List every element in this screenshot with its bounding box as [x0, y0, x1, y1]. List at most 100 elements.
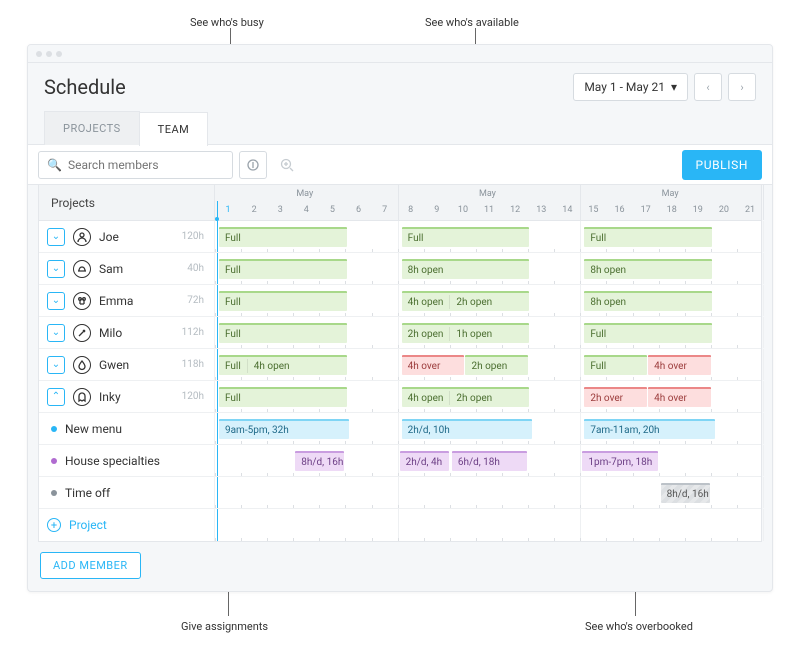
availability-bar[interactable]: Full [219, 291, 347, 311]
assignment-bar[interactable]: 2h/d, 10h [402, 419, 532, 439]
today-marker [217, 201, 218, 220]
day-header-6: 6 [354, 205, 364, 215]
availability-bar[interactable]: Full [219, 387, 347, 407]
availability-bar[interactable]: Full [584, 323, 712, 343]
member-name: Joe [99, 230, 174, 244]
availability-bar[interactable]: 8h open [584, 291, 712, 311]
availability-bar[interactable]: 8h open [584, 259, 712, 279]
availability-bar[interactable]: 8h open [402, 259, 530, 279]
member-hours: 118h [182, 359, 204, 370]
toggle-button[interactable]: ⌃ [47, 388, 65, 406]
day-header-20: 20 [719, 205, 729, 215]
callout-busy-label: See who's busy [190, 16, 264, 29]
member-hours: 40h [187, 263, 204, 274]
availability-bar[interactable]: 4h over [402, 355, 465, 375]
member-row: ⌄ Joe 120h Full Full Full [39, 221, 761, 253]
member-row: ⌄Gwen118hFull4h open4h over2h openFull4h… [39, 349, 761, 381]
add-member-button[interactable]: ADD MEMBER [40, 552, 141, 579]
task-name: House specialties [65, 454, 214, 468]
search-icon: 🔍 [47, 158, 62, 172]
assignment-bar[interactable]: 8h/d, 16h [661, 483, 710, 503]
availability-bar[interactable]: Full [402, 227, 530, 247]
next-button[interactable]: › [728, 73, 756, 101]
member-name: Emma [99, 294, 179, 308]
toggle-button[interactable]: ⌄ [47, 324, 65, 342]
app-window: Schedule May 1 - May 21 ▾ ‹ › PROJECTS T… [27, 44, 773, 592]
availability-bar[interactable]: Full [584, 227, 712, 247]
member-row: ⌃Inky120hFull4h open2h open2h over4h ove… [39, 381, 761, 413]
assignment-bar[interactable]: 9am-5pm, 32h [219, 419, 349, 439]
task-name: Time off [65, 486, 214, 500]
day-header-2: 2 [249, 205, 259, 215]
availability-bar[interactable]: Full [219, 227, 347, 247]
availability-bar[interactable]: 2h open1h open [402, 323, 530, 343]
date-range-label: May 1 - May 21 [584, 80, 665, 94]
availability-bar[interactable]: 4h over [648, 387, 711, 407]
day-header-13: 13 [536, 205, 546, 215]
day-header-9: 9 [432, 205, 442, 215]
availability-bar[interactable]: Full [584, 355, 647, 375]
search-input[interactable] [68, 158, 224, 172]
day-header-21: 21 [745, 205, 755, 215]
search-box[interactable]: 🔍 [38, 151, 233, 179]
day-header-10: 10 [458, 205, 468, 215]
plus-icon: + [47, 518, 61, 532]
member-avatar-icon [73, 324, 91, 342]
availability-bar[interactable]: Full [219, 259, 347, 279]
grid-header-left: Projects [39, 185, 215, 220]
member-name: Inky [99, 390, 174, 404]
task-row: New menu9am-5pm, 32h2h/d, 10h7am-11am, 2… [39, 413, 761, 445]
window-titlebar [28, 45, 772, 63]
member-hours: 72h [187, 295, 204, 306]
member-hours: 112h [182, 327, 204, 338]
availability-bar[interactable]: Full4h open [219, 355, 347, 375]
page-title: Schedule [44, 75, 126, 99]
zoom-in-button[interactable] [273, 151, 301, 179]
toggle-button[interactable]: ⌄ [47, 292, 65, 310]
assignment-bar[interactable]: 1pm-7pm, 18h [582, 451, 657, 471]
availability-bar[interactable]: 4h over [648, 355, 711, 375]
filter-button[interactable] [239, 151, 267, 179]
assignment-bar[interactable]: 7am-11am, 20h [584, 419, 714, 439]
toggle-button[interactable]: ⌄ [47, 260, 65, 278]
tab-projects[interactable]: PROJECTS [44, 111, 140, 145]
day-header-15: 15 [588, 205, 598, 215]
member-name: Sam [99, 262, 179, 276]
availability-bar[interactable]: 2h over [584, 387, 647, 407]
tab-team[interactable]: TEAM [139, 112, 209, 146]
prev-button[interactable]: ‹ [694, 73, 722, 101]
availability-bar[interactable]: Full [219, 323, 347, 343]
availability-bar[interactable]: 4h open2h open [402, 387, 530, 407]
assignment-bar[interactable]: 2h/d, 4h [400, 451, 449, 471]
toggle-button[interactable]: ⌄ [47, 228, 65, 246]
grid-header: Projects 1234567891011121314151617181920… [39, 185, 761, 221]
day-header-19: 19 [693, 205, 703, 215]
member-hours: 120h [182, 231, 204, 242]
month-label: May [479, 189, 496, 199]
task-row: Time off 8h/d, 16h [39, 477, 761, 509]
toolbar: 🔍 PUBLISH [28, 145, 772, 185]
member-avatar-icon [73, 292, 91, 310]
date-range-picker[interactable]: May 1 - May 21 ▾ [573, 73, 688, 101]
add-project-row: + Project [39, 509, 761, 541]
day-header-14: 14 [562, 205, 572, 215]
add-project-button[interactable]: + Project [47, 518, 107, 532]
day-header-11: 11 [484, 205, 494, 215]
tabs: PROJECTS TEAM [28, 111, 772, 145]
availability-bar[interactable]: 4h open2h open [402, 291, 530, 311]
task-color-dot [51, 426, 57, 432]
chevron-down-icon: ▾ [671, 80, 677, 94]
add-project-label: Project [69, 518, 107, 532]
publish-button[interactable]: PUBLISH [682, 150, 762, 180]
day-header-5: 5 [327, 205, 337, 215]
day-header-1: 1 [223, 205, 233, 215]
assignment-bar[interactable]: 8h/d, 16h [295, 451, 344, 471]
day-header-4: 4 [301, 205, 311, 215]
task-color-dot [51, 458, 57, 464]
schedule-grid: Projects 1234567891011121314151617181920… [38, 185, 762, 542]
availability-bar[interactable]: 2h open [465, 355, 528, 375]
day-header-17: 17 [641, 205, 651, 215]
add-member-row: ADD MEMBER [40, 552, 772, 579]
assignment-bar[interactable]: 6h/d, 18h [452, 451, 527, 471]
toggle-button[interactable]: ⌄ [47, 356, 65, 374]
